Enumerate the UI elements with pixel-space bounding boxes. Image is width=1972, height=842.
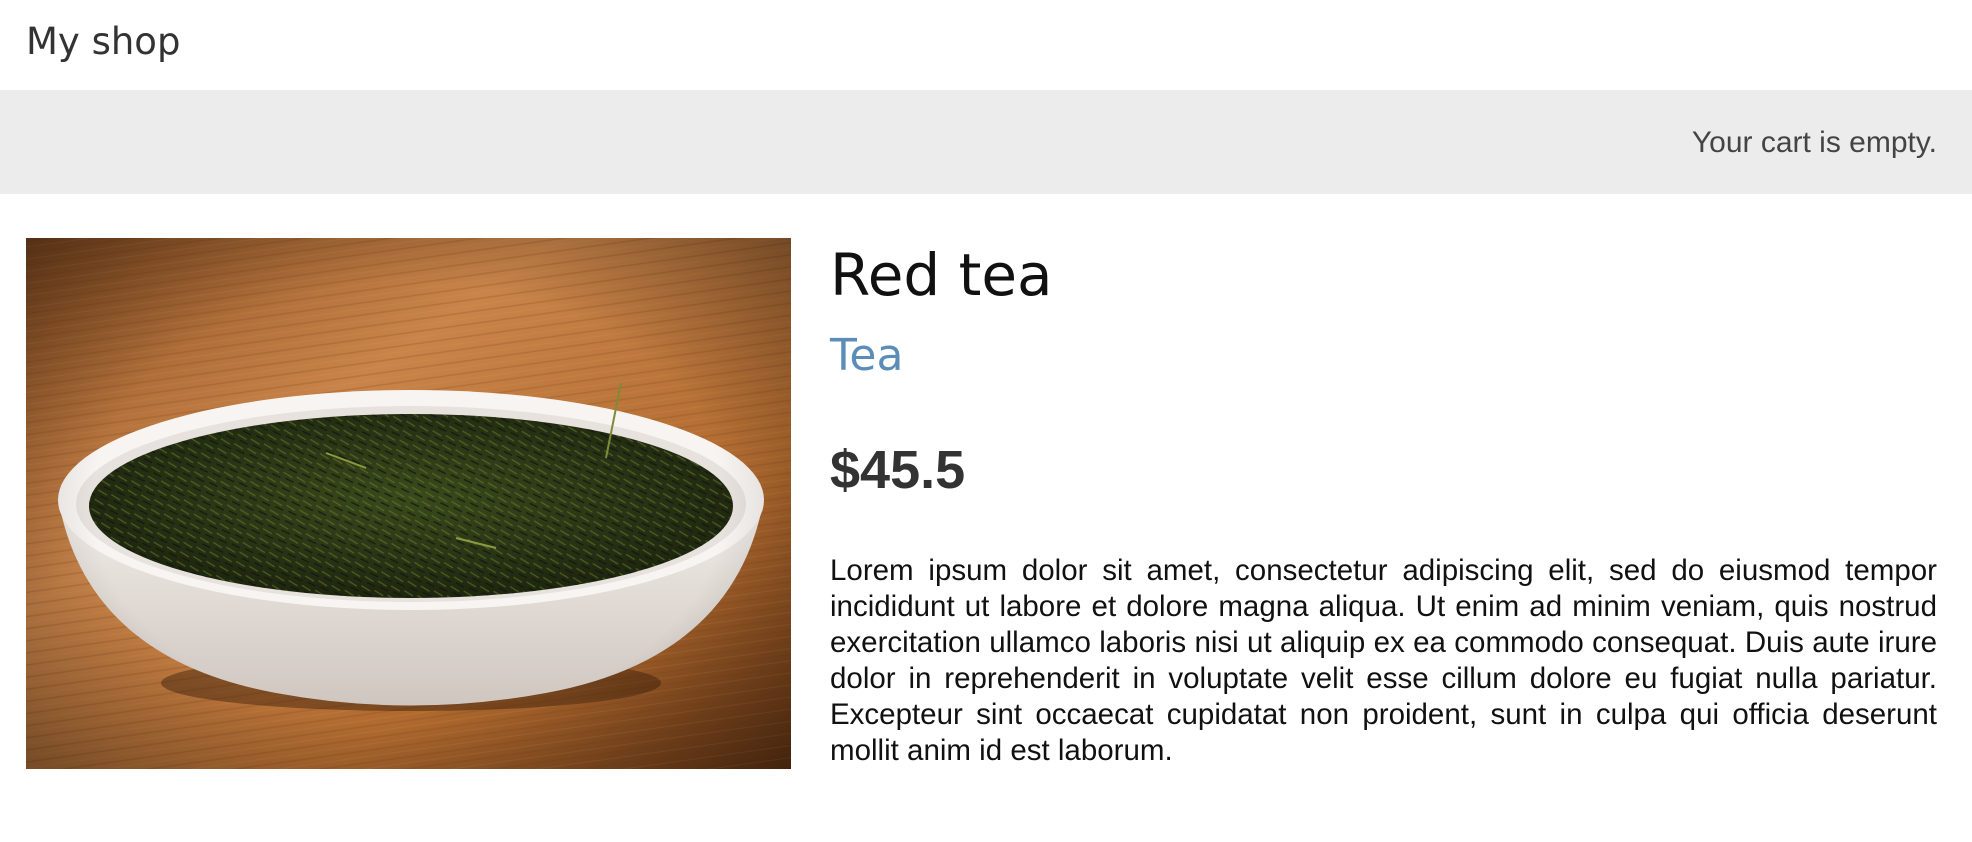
product-info: Red tea Tea $45.5 Lorem ipsum dolor sit … xyxy=(830,238,1937,769)
product-name: Red tea xyxy=(830,241,1053,309)
product-image xyxy=(26,238,791,769)
cart-bar: Your cart is empty. xyxy=(0,90,1972,194)
header: My shop xyxy=(0,0,1972,90)
tea-bowl-image xyxy=(26,238,791,769)
product-price: $45.5 xyxy=(830,439,966,500)
product-description: Lorem ipsum dolor sit amet, consectetur … xyxy=(830,553,1937,767)
product-category-link[interactable]: Tea xyxy=(830,330,903,381)
shop-title[interactable]: My shop xyxy=(26,20,180,63)
product-detail: Red tea Tea $45.5 Lorem ipsum dolor sit … xyxy=(0,194,1972,842)
cart-status: Your cart is empty. xyxy=(1691,126,1937,159)
